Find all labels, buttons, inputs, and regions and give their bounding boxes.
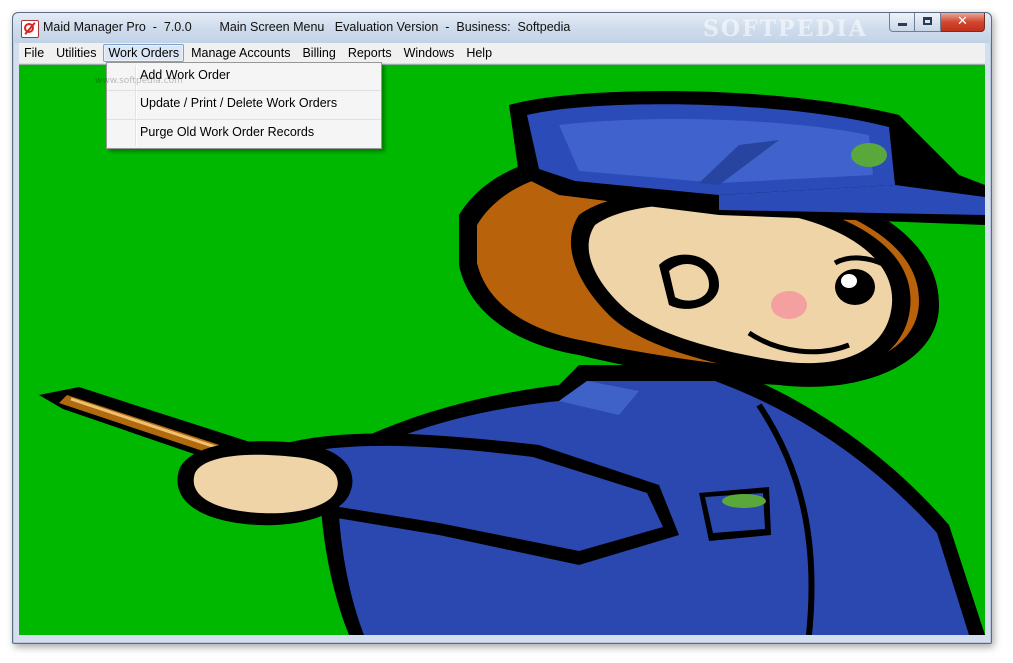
softpedia-watermark: www.softpedia.com [95, 76, 183, 86]
close-icon: ✕ [957, 14, 968, 29]
hand [177, 441, 353, 526]
menu-billing[interactable]: Billing [297, 44, 340, 62]
menu-bar: File Utilities Work Orders Manage Accoun… [19, 43, 985, 63]
menu-manage-accounts[interactable]: Manage Accounts [186, 44, 295, 62]
maid-illustration [19, 65, 985, 635]
menu-work-orders[interactable]: Work Orders [103, 44, 185, 62]
menu-windows[interactable]: Windows [399, 44, 460, 62]
title-bar[interactable]: Maid Manager Pro - 7.0.0 Main Screen Men… [13, 13, 991, 43]
menu-item-update-print-delete-work-orders[interactable]: Update / Print / Delete Work Orders [107, 90, 381, 119]
maximize-button[interactable] [915, 13, 941, 32]
menu-help[interactable]: Help [461, 44, 497, 62]
window-title: Maid Manager Pro - 7.0.0 Main Screen Men… [43, 20, 571, 34]
title-watermark: SOFTPEDIA [703, 16, 868, 42]
menu-item-purge-old-work-order-records[interactable]: Purge Old Work Order Records [107, 119, 381, 148]
minimize-icon [898, 23, 907, 26]
menu-utilities[interactable]: Utilities [51, 44, 101, 62]
app-icon[interactable] [21, 20, 39, 38]
menu-reports[interactable]: Reports [343, 44, 397, 62]
menu-file[interactable]: File [19, 44, 49, 62]
close-button[interactable]: ✕ [941, 13, 985, 32]
minimize-button[interactable] [889, 13, 915, 32]
window-controls: ✕ [889, 13, 985, 33]
maximize-icon [923, 17, 932, 25]
main-screen-area [19, 64, 985, 635]
